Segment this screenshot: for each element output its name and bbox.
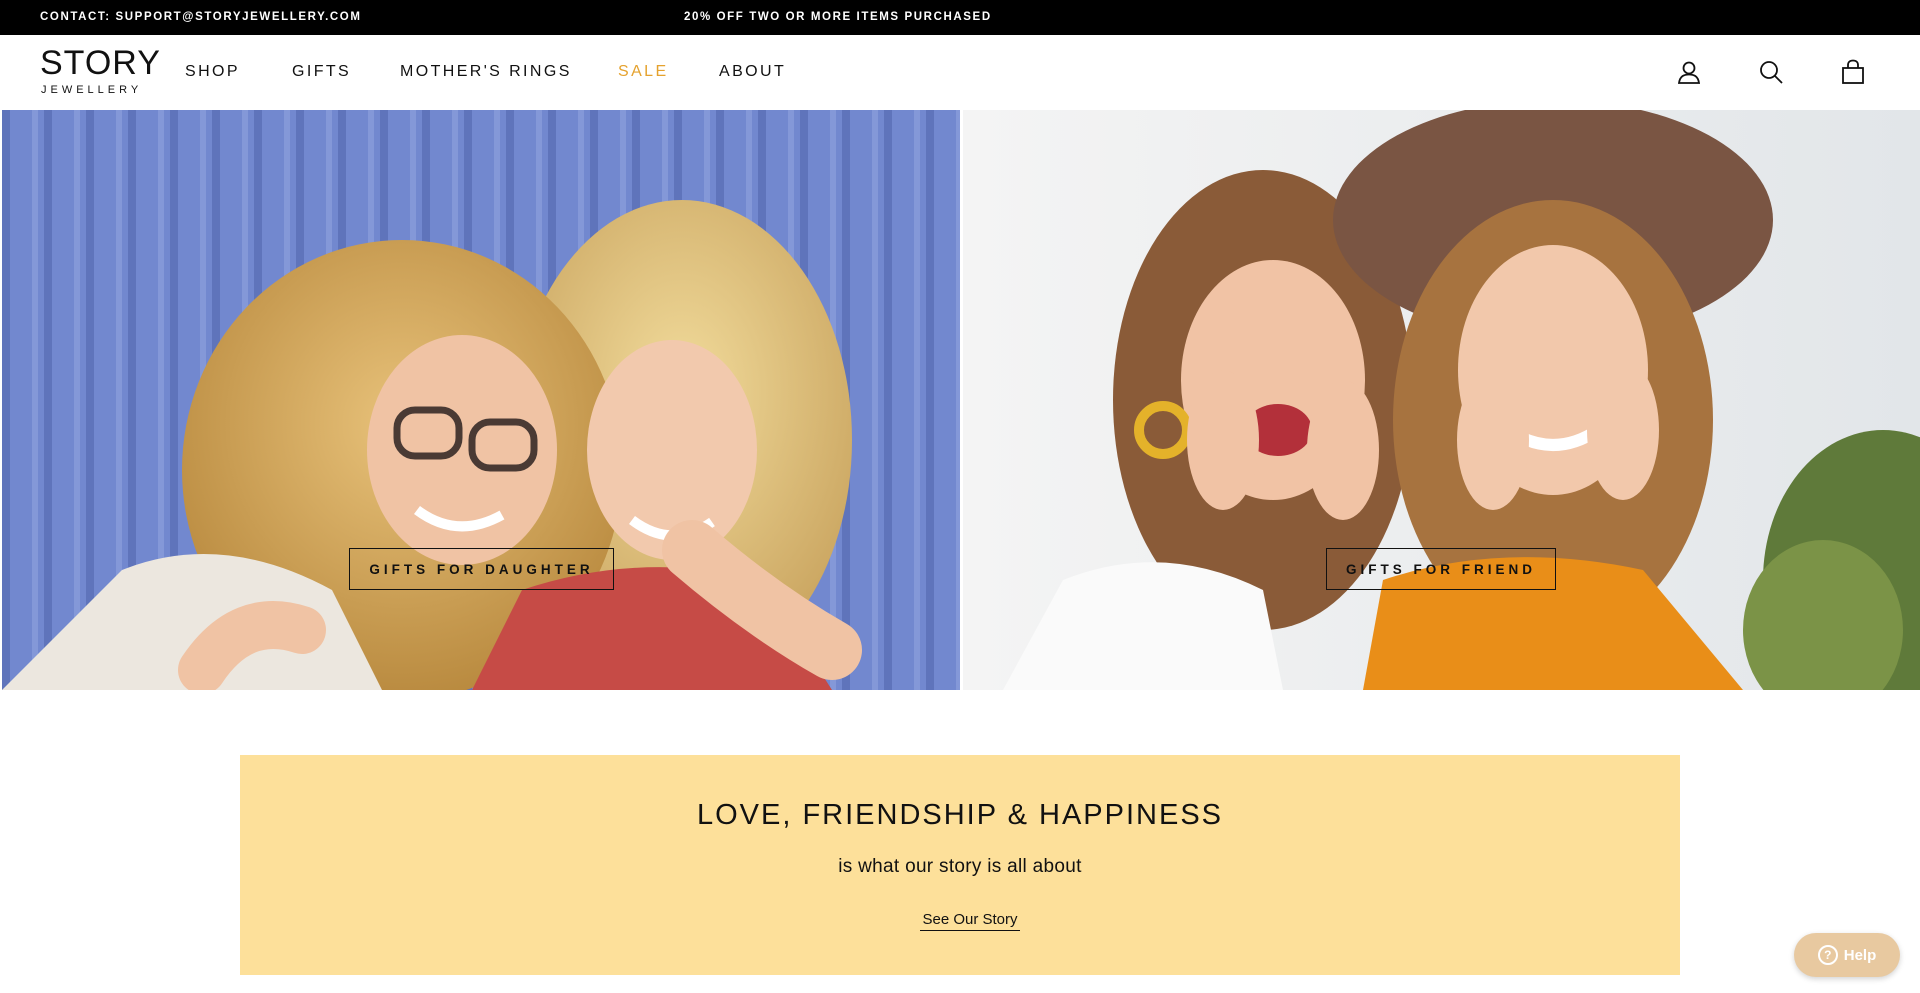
account-icon[interactable] (1676, 59, 1702, 85)
nav-about[interactable]: ABOUT (719, 63, 786, 81)
hero-panel-daughter[interactable]: GIFTS FOR DAUGHTER (2, 110, 960, 690)
help-label: Help (1843, 946, 1877, 964)
nav-gifts[interactable]: GIFTS (292, 63, 351, 81)
hero-section: GIFTS FOR DAUGHTER GIFTS FOR FRIEND (0, 110, 1920, 690)
mother-daughter-photo (2, 110, 960, 690)
hero-panel-friend[interactable]: GIFTS FOR FRIEND (963, 110, 1920, 690)
friends-photo (963, 110, 1920, 690)
logo-subtitle: JEWELLERY (41, 84, 143, 96)
nav-sale[interactable]: SALE (618, 63, 669, 81)
site-header: STORY JEWELLERY SHOP GIFTS MOTHER'S RING… (0, 35, 1920, 110)
help-icon: ? (1817, 945, 1838, 965)
see-our-story-link[interactable]: See Our Story (920, 911, 1020, 931)
logo[interactable]: STORY JEWELLERY (40, 45, 160, 99)
search-icon[interactable] (1758, 59, 1784, 85)
brand-story-section: LOVE, FRIENDSHIP & HAPPINESS is what our… (240, 755, 1680, 975)
nav-shop[interactable]: SHOP (185, 63, 240, 81)
story-heading: LOVE, FRIENDSHIP & HAPPINESS (696, 799, 1224, 831)
announcement-bar: CONTACT: SUPPORT@STORYJEWELLERY.COM 20% … (0, 0, 1920, 35)
promo-message: 20% OFF TWO OR MORE ITEMS PURCHASED (684, 11, 992, 23)
logo-wordmark: STORY (40, 44, 161, 82)
cart-icon[interactable] (1840, 59, 1866, 85)
nav-mothers-rings[interactable]: MOTHER'S RINGS (400, 63, 572, 81)
gifts-for-daughter-button[interactable]: GIFTS FOR DAUGHTER (349, 548, 614, 590)
gifts-for-friend-button[interactable]: GIFTS FOR FRIEND (1326, 548, 1556, 590)
contact-email[interactable]: CONTACT: SUPPORT@STORYJEWELLERY.COM (40, 11, 362, 23)
help-button[interactable]: ? Help (1794, 933, 1900, 977)
story-subheading: is what our story is all about (838, 856, 1082, 877)
